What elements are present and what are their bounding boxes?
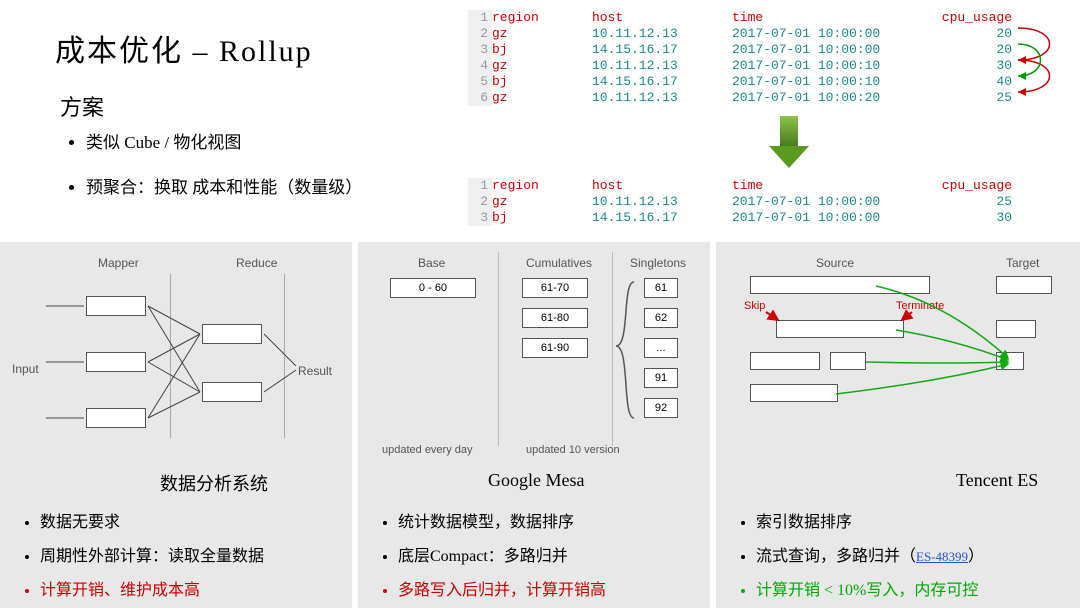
bullet-item: 统计数据模型，数据排序 (398, 508, 700, 532)
panel-title: 数据分析系统 (160, 470, 268, 496)
label-terminate: Terminate (896, 300, 944, 312)
panel-bullets: 统计数据模型，数据排序 底层Compact：多路归并 多路写入后归并，计算开销高 (374, 508, 700, 610)
panel-data-analysis: Mapper Reduce Input Result 数据分析系统 数据无要求 … (0, 242, 352, 608)
panel-bullets: 数据无要求 周期性外部计算：读取全量数据 计算开销、维护成本高 (16, 508, 342, 610)
label-result: Result (298, 364, 332, 378)
panel-tencent-es: Source Target Skip Terminate Tencent ES … (716, 242, 1080, 608)
panel-google-mesa: Base Cumulatives Singletons updated ever… (358, 242, 710, 608)
label-skip: Skip (744, 300, 765, 312)
label-updated-daily: updated every day (382, 444, 473, 456)
bullet-item: 数据无要求 (40, 508, 342, 532)
bullet-item: 预聚合：换取 成本和性能（数量级） (86, 173, 362, 198)
bullet-item: 多路写入后归并，计算开销高 (398, 576, 700, 600)
es-link[interactable]: ES-48399 (916, 549, 968, 564)
data-table-after: 1regionhosttimecpu_usage 2gz10.11.12.132… (468, 178, 1012, 226)
mapreduce-lines-icon (0, 242, 352, 462)
bullet-item: 周期性外部计算：读取全量数据 (40, 542, 342, 566)
bullet-item: 计算开销、维护成本高 (40, 576, 342, 600)
label-cumulatives: Cumulatives (526, 256, 592, 270)
label-reduce: Reduce (236, 256, 277, 270)
panel-title: Google Mesa (488, 470, 584, 491)
bullet-item: 索引数据排序 (756, 508, 1070, 532)
page-title: 成本优化 – Rollup (55, 26, 313, 70)
panel-bullets: 索引数据排序 流式查询，多路归并（ES-48399） 计算开销 < 10%写入，… (732, 508, 1070, 610)
section-heading: 方案 (60, 90, 104, 122)
panel-title: Tencent ES (956, 470, 1038, 491)
bullet-item: 流式查询，多路归并（ES-48399） (756, 542, 1070, 566)
label-mapper: Mapper (98, 256, 139, 270)
label-input: Input (12, 362, 39, 376)
bullet-item: 底层Compact：多路归并 (398, 542, 700, 566)
bullet-item: 类似 Cube / 物化视图 (86, 128, 362, 153)
label-base: Base (418, 256, 445, 270)
label-singletons: Singletons (630, 256, 686, 270)
merge-arrows-icon (716, 242, 1080, 442)
label-target: Target (1006, 256, 1039, 270)
bullet-item: 计算开销 < 10%写入，内存可控 (756, 576, 1070, 600)
data-table-before: 1regionhosttimecpu_usage 2gz10.11.12.132… (468, 10, 1012, 106)
label-source: Source (816, 256, 854, 270)
label-updated-10: updated 10 version (526, 444, 620, 456)
top-bullets: 类似 Cube / 物化视图 预聚合：换取 成本和性能（数量级） (68, 128, 362, 218)
